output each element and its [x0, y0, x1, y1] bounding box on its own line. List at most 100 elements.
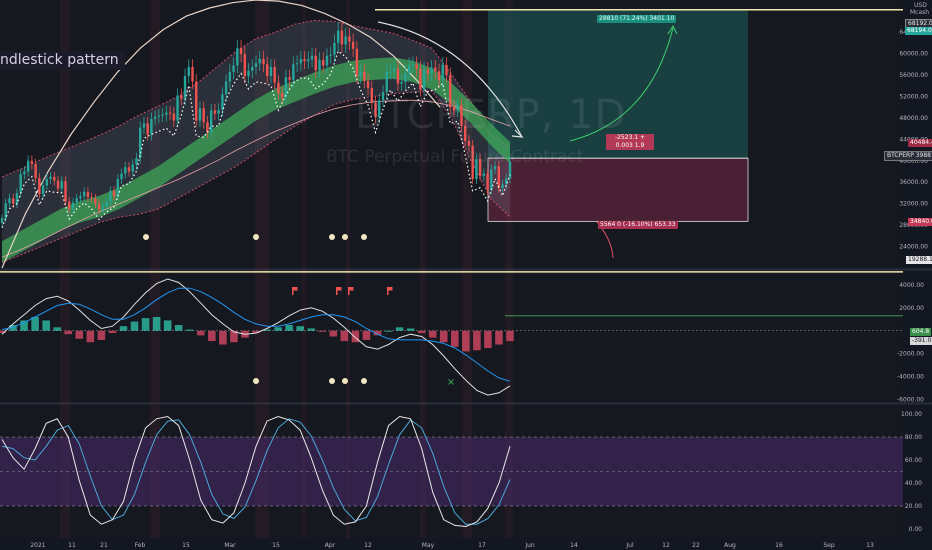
- candle-body: [318, 60, 321, 71]
- chart-canvas[interactable]: ×64000.0060000.0056000.0052000.0048000.0…: [0, 0, 932, 550]
- flag-pole: [336, 287, 338, 295]
- event-marker: [143, 234, 149, 240]
- macd-value-tag: 604.8: [910, 328, 932, 336]
- candle-body: [23, 171, 26, 175]
- candle-body: [34, 164, 37, 178]
- candle-body: [135, 158, 138, 165]
- target-right-tag: 68194.0: [905, 27, 932, 35]
- stoch-axis-tick: 20.00: [905, 503, 922, 510]
- candle-body: [165, 112, 168, 115]
- candle-body: [422, 69, 426, 90]
- candle-body: [482, 173, 486, 176]
- pattern-label: ndlestick pattern: [0, 51, 125, 70]
- candle-body: [79, 196, 82, 199]
- candle-body: [168, 112, 172, 114]
- position-label: -2523.1 + 0.003 1.9: [606, 134, 654, 150]
- macd-event-marker: [342, 378, 348, 384]
- candle-body: [68, 201, 71, 210]
- candle-body: [400, 82, 403, 84]
- macd-event-marker: [361, 378, 367, 384]
- candle-body: [284, 77, 288, 98]
- macd-histogram-bar: [108, 330, 117, 334]
- event-marker: [361, 234, 367, 240]
- macd-histogram-bar: [130, 321, 139, 331]
- profit-label: 28810 (71.24%) 3401.10: [597, 15, 677, 23]
- time-axis-tick: 14: [570, 542, 578, 549]
- candle-body: [202, 108, 205, 123]
- candle-body: [12, 198, 15, 204]
- candle-body: [303, 58, 306, 62]
- macd-histogram-bar: [506, 330, 514, 342]
- candle-body: [176, 95, 179, 121]
- macd-event-marker: [329, 378, 335, 384]
- candle-body: [187, 67, 190, 77]
- candle-body: [314, 55, 317, 71]
- macd-axis-tick: -4000.00: [897, 374, 924, 381]
- macd-histogram-bar: [329, 330, 338, 337]
- candle-body: [161, 114, 164, 116]
- candle-body: [385, 71, 388, 93]
- time-axis-tick: 13: [866, 542, 874, 549]
- candle-body: [407, 65, 411, 73]
- candle-body: [146, 123, 149, 135]
- candle-body: [251, 67, 254, 71]
- macd-histogram-bar: [31, 316, 39, 331]
- flag-marker: [337, 287, 342, 291]
- macd-axis-tick: 2000.00: [899, 305, 924, 312]
- flag-pole: [348, 287, 350, 295]
- candle-body: [41, 185, 45, 195]
- candle-body: [445, 64, 448, 76]
- time-axis-tick: 15: [182, 542, 190, 549]
- macd-histogram-bar: [340, 330, 349, 342]
- candle-body: [310, 55, 314, 60]
- candle-body: [333, 42, 336, 55]
- signal-value-tag: -391.0: [910, 337, 932, 345]
- candle-body: [389, 71, 392, 73]
- macd-histogram-bar: [97, 330, 106, 340]
- macd-histogram-bar: [417, 330, 426, 334]
- candle-body: [441, 64, 444, 81]
- price-axis-tick: 24000.00: [899, 244, 928, 251]
- macd-histogram-bar: [75, 330, 84, 339]
- time-axis-tick: Jun: [524, 542, 535, 549]
- time-axis-tick: 16: [775, 542, 783, 549]
- candle-body: [26, 160, 30, 172]
- macd-histogram-bar: [163, 320, 172, 331]
- candle-body: [217, 109, 220, 114]
- flag-pole: [387, 287, 389, 295]
- candle-body: [38, 177, 41, 195]
- candle-body: [366, 80, 370, 88]
- macd-histogram-bar: [351, 330, 360, 343]
- description-watermark: BTC Perpetual Future Contract: [326, 147, 584, 167]
- macd-histogram-bar: [428, 330, 437, 338]
- stoch-axis-tick: 80.00: [905, 434, 922, 441]
- candle-body: [153, 116, 157, 119]
- candle-body: [8, 198, 11, 204]
- macd-histogram-bar: [219, 330, 227, 345]
- candle-body: [299, 58, 303, 64]
- low-level-tag: 19288.1: [906, 256, 932, 264]
- time-axis-tick: 21: [100, 542, 108, 549]
- macd-histogram-bar: [439, 330, 448, 343]
- candle-body: [120, 173, 123, 180]
- flag-pole: [292, 287, 294, 295]
- macd-histogram-bar: [196, 330, 205, 336]
- entry-level-tag: 40484.4: [908, 139, 932, 147]
- candle-body: [348, 36, 351, 42]
- candle-body: [195, 81, 198, 121]
- stop-price-tag: 34840.0: [908, 218, 932, 226]
- candle-body: [94, 198, 97, 204]
- time-axis-tick: May: [422, 542, 435, 549]
- macd-histogram-bar: [484, 330, 492, 348]
- candle-body: [49, 176, 52, 180]
- candle-body: [60, 181, 63, 189]
- time-axis-tick: 12: [662, 542, 670, 549]
- unit-label: Mcash: [910, 9, 930, 16]
- macd-histogram-bar: [42, 320, 50, 331]
- candle-body: [393, 68, 396, 72]
- candle-body: [172, 113, 176, 121]
- candle-body: [269, 67, 273, 77]
- candle-body: [142, 123, 146, 128]
- macd-histogram-bar: [185, 329, 194, 331]
- candle-body: [273, 67, 276, 83]
